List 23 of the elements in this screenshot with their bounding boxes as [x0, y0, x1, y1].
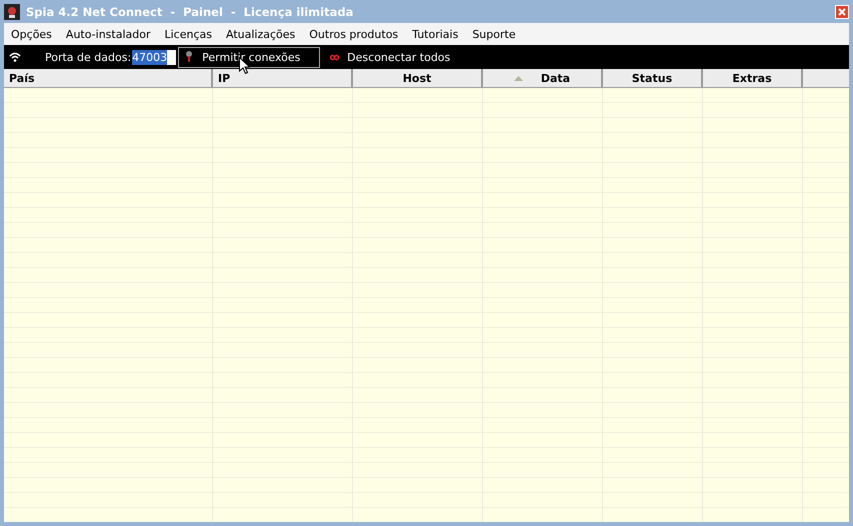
- column-header[interactable]: Extras: [703, 69, 803, 87]
- close-icon: [838, 8, 846, 16]
- column-header[interactable]: País: [4, 69, 213, 87]
- column-header[interactable]: Data: [483, 69, 603, 87]
- menu-item[interactable]: Atualizações: [218, 28, 302, 40]
- link-icon: [330, 54, 340, 60]
- disconnect-all-button[interactable]: Desconectar todos: [328, 50, 452, 64]
- menu-item[interactable]: Auto-instalador: [58, 28, 158, 40]
- menu-item[interactable]: Tutoriais: [405, 28, 466, 40]
- menu-item[interactable]: Outros produtos: [302, 28, 406, 40]
- window-title: Spia 4.2 Net Connect - Painel - Licença ilimitada: [26, 4, 354, 18]
- port-label: Porta de dados:: [45, 50, 132, 64]
- wifi-icon: [9, 52, 21, 62]
- app-icon: [4, 4, 20, 20]
- close-button[interactable]: [835, 4, 849, 18]
- column-header[interactable]: Status: [603, 69, 703, 87]
- menu-item[interactable]: Licenças: [157, 28, 219, 40]
- menu-item[interactable]: Opções: [4, 28, 59, 40]
- menu-item[interactable]: Suporte: [465, 28, 523, 40]
- port-field[interactable]: 47003: [132, 50, 176, 64]
- column-header[interactable]: Host: [353, 69, 483, 87]
- column-header[interactable]: IP: [213, 69, 353, 87]
- antenna-icon: [185, 51, 194, 63]
